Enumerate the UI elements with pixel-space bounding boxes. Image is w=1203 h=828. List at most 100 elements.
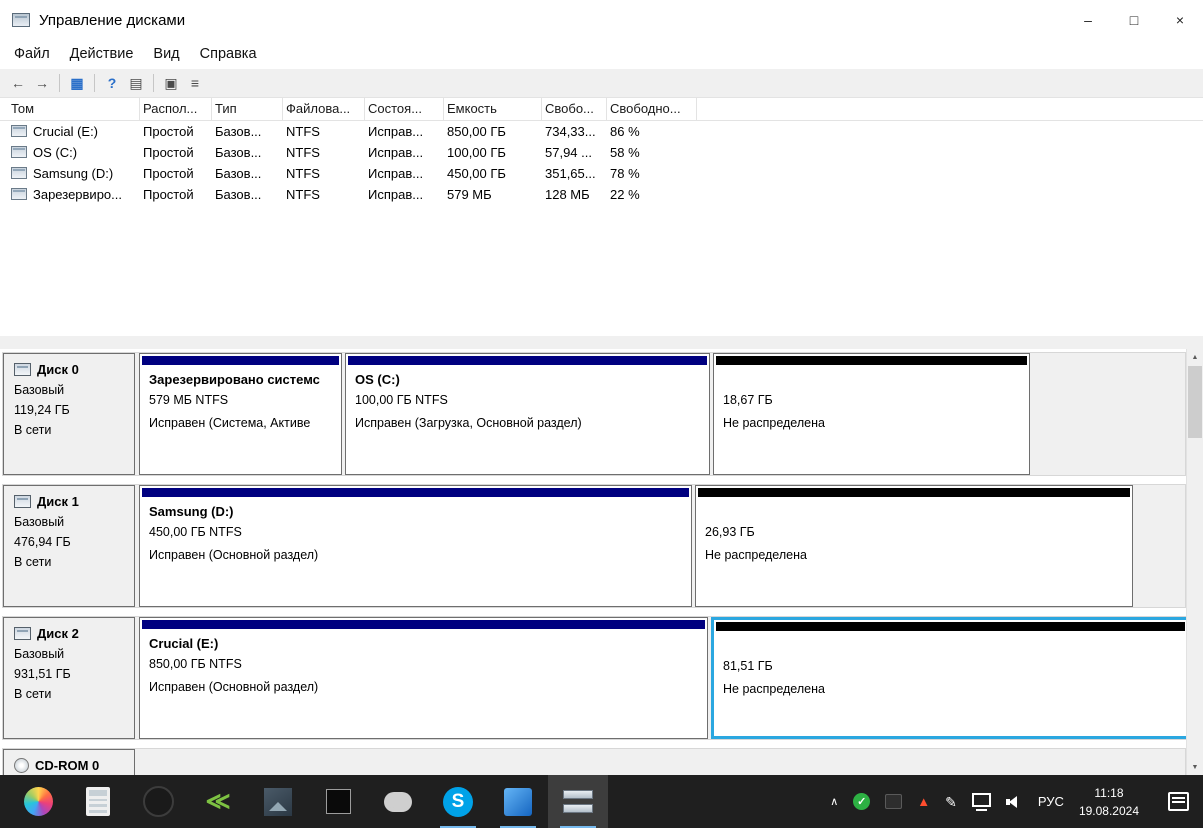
toolbar-separator	[59, 74, 60, 92]
cdrom-name: CD-ROM 0	[35, 758, 100, 773]
disk-1-header[interactable]: Диск 1 Базовый 476,94 ГБ В сети	[3, 485, 135, 607]
console-tree-icon[interactable]: ≡	[183, 72, 207, 94]
partition-title: Зарезервировано системс	[149, 372, 320, 387]
clock[interactable]: 11:18 19.08.2024	[1079, 784, 1139, 820]
pen-tray-icon[interactable]: ✎	[945, 795, 957, 809]
column-header-layout[interactable]: Распол...	[140, 98, 212, 120]
column-header-capacity[interactable]: Емкость	[444, 98, 542, 120]
volume-list: Том Распол... Тип Файлова... Состоя... Е…	[0, 97, 1203, 336]
partition-size: 18,67 ГБ	[723, 393, 773, 407]
voice-assistant-icon	[142, 786, 174, 817]
partition-os-c[interactable]: OS (C:) 100,00 ГБ NTFS Исправен (Загрузк…	[345, 353, 710, 475]
browser-icon	[23, 787, 53, 816]
torrent-app-icon	[504, 787, 532, 816]
cdrom-header[interactable]: CD-ROM 0	[3, 749, 135, 775]
partition-unallocated-disk0[interactable]: 18,67 ГБ Не распределена	[713, 353, 1030, 475]
close-button[interactable]: ×	[1157, 0, 1203, 40]
list-header: Том Распол... Тип Файлова... Состоя... Е…	[0, 97, 1203, 121]
taskbar-disk-management-button[interactable]	[548, 775, 608, 828]
column-header-volume[interactable]: Том	[8, 98, 140, 120]
toolbar: ← → ▦ ? ▤ ▣ ≡	[0, 69, 1203, 98]
photos-icon	[264, 787, 292, 816]
network-icon[interactable]	[971, 792, 991, 811]
minimize-button[interactable]: –	[1065, 0, 1111, 40]
maximize-button[interactable]: □	[1111, 0, 1157, 40]
taskbar-chat-button[interactable]	[368, 775, 428, 828]
disk-type: Базовый	[14, 383, 65, 397]
menu-view[interactable]: Вид	[143, 40, 189, 69]
partition-system-reserved[interactable]: Зарезервировано системс 579 МБ NTFS Испр…	[139, 353, 342, 475]
volume-type: Базов...	[215, 166, 262, 181]
taskbar-terminal-button[interactable]	[308, 775, 368, 828]
column-header-status[interactable]: Состоя...	[365, 98, 444, 120]
partition-stripe	[142, 356, 339, 365]
taskbar-photos-button[interactable]	[248, 775, 308, 828]
defender-check-icon[interactable]: ✓	[853, 793, 871, 810]
language-indicator[interactable]: РУС	[1038, 794, 1064, 809]
volume-row-samsung[interactable]: Samsung (D:) Простой Базов... NTFS Испра…	[0, 163, 1203, 184]
disk-0-header[interactable]: Диск 0 Базовый 119,24 ГБ В сети	[3, 353, 135, 475]
scroll-down-button[interactable]: ▼	[1187, 759, 1203, 775]
pane-separator[interactable]	[0, 336, 1203, 349]
partition-status: Исправен (Основной раздел)	[149, 548, 319, 562]
properties-icon[interactable]: ▣	[159, 72, 183, 94]
gpu-tray-icon[interactable]	[885, 794, 903, 809]
column-header-free[interactable]: Свобо...	[542, 98, 607, 120]
scroll-up-button[interactable]: ▲	[1187, 349, 1203, 365]
volume-row-os[interactable]: OS (C:) Простой Базов... NTFS Исправ... …	[0, 142, 1203, 163]
menu-file[interactable]: Файл	[4, 40, 60, 69]
vertical-scrollbar[interactable]: ▲ ▼	[1186, 349, 1203, 775]
clock-time: 11:18	[1094, 785, 1124, 800]
partition-samsung-d[interactable]: Samsung (D:) 450,00 ГБ NTFS Исправен (Ос…	[139, 485, 692, 607]
taskbar-zona-button[interactable]: ≪	[188, 775, 248, 828]
volume-layout: Простой	[143, 124, 194, 139]
menubar: Файл Действие Вид Справка	[0, 40, 1203, 69]
menu-help[interactable]: Справка	[190, 40, 267, 69]
volume-filesystem: NTFS	[286, 145, 320, 160]
partition-unallocated-disk1[interactable]: 26,93 ГБ Не распределена	[695, 485, 1133, 607]
volume-type: Базов...	[215, 124, 262, 139]
partition-stripe	[142, 488, 689, 497]
partition-unallocated-disk2-selected[interactable]: 81,51 ГБ Не распределена	[711, 617, 1190, 739]
taskbar-browser-button[interactable]	[8, 775, 68, 828]
red-app-tray-icon[interactable]: ▲	[917, 795, 930, 808]
tray-overflow-chevron-icon[interactable]: ∧	[830, 795, 838, 808]
volume-name: Samsung (D:)	[33, 166, 114, 181]
menu-action[interactable]: Действие	[60, 40, 144, 69]
taskbar-skype-button[interactable]: S	[428, 775, 488, 828]
list-view-icon[interactable]: ▤	[124, 72, 148, 94]
partition-stripe	[348, 356, 707, 365]
scroll-thumb[interactable]	[1188, 366, 1202, 438]
volume-icon	[11, 188, 27, 200]
disk-status: В сети	[14, 555, 52, 569]
details-view-icon[interactable]: ▦	[65, 72, 89, 94]
volume-row-system-reserved[interactable]: Зарезервиро... Простой Базов... NTFS Исп…	[0, 184, 1203, 205]
back-icon[interactable]: ←	[6, 72, 30, 94]
volume-status: Исправ...	[368, 166, 424, 181]
column-header-filesystem[interactable]: Файлова...	[283, 98, 365, 120]
action-center-icon[interactable]	[1168, 792, 1189, 811]
volume-name: Зарезервиро...	[33, 187, 122, 202]
volume-status: Исправ...	[368, 187, 424, 202]
disk-2-header[interactable]: Диск 2 Базовый 931,51 ГБ В сети	[3, 617, 135, 739]
volume-icon-tray[interactable]	[1005, 795, 1023, 809]
volume-type: Базов...	[215, 187, 262, 202]
toolbar-separator	[94, 74, 95, 92]
help-icon[interactable]: ?	[100, 72, 124, 94]
taskbar-voice-assistant-button[interactable]	[128, 775, 188, 828]
column-header-percent-free[interactable]: Свободно...	[607, 98, 697, 120]
toolbar-separator	[153, 74, 154, 92]
taskbar-torrent-app-button[interactable]	[488, 775, 548, 828]
app-icon	[12, 13, 30, 27]
taskbar-calculator-button[interactable]	[68, 775, 128, 828]
forward-icon[interactable]: →	[30, 72, 54, 94]
cdrom-row: CD-ROM 0	[2, 748, 1186, 775]
partition-title: OS (C:)	[355, 372, 400, 387]
terminal-icon	[325, 789, 351, 814]
column-header-type[interactable]: Тип	[212, 98, 283, 120]
calculator-icon	[86, 787, 110, 816]
volume-capacity: 450,00 ГБ	[447, 166, 506, 181]
partition-stripe	[698, 488, 1130, 497]
volume-row-crucial[interactable]: Crucial (E:) Простой Базов... NTFS Испра…	[0, 121, 1203, 142]
partition-crucial-e[interactable]: Crucial (E:) 850,00 ГБ NTFS Исправен (Ос…	[139, 617, 708, 739]
